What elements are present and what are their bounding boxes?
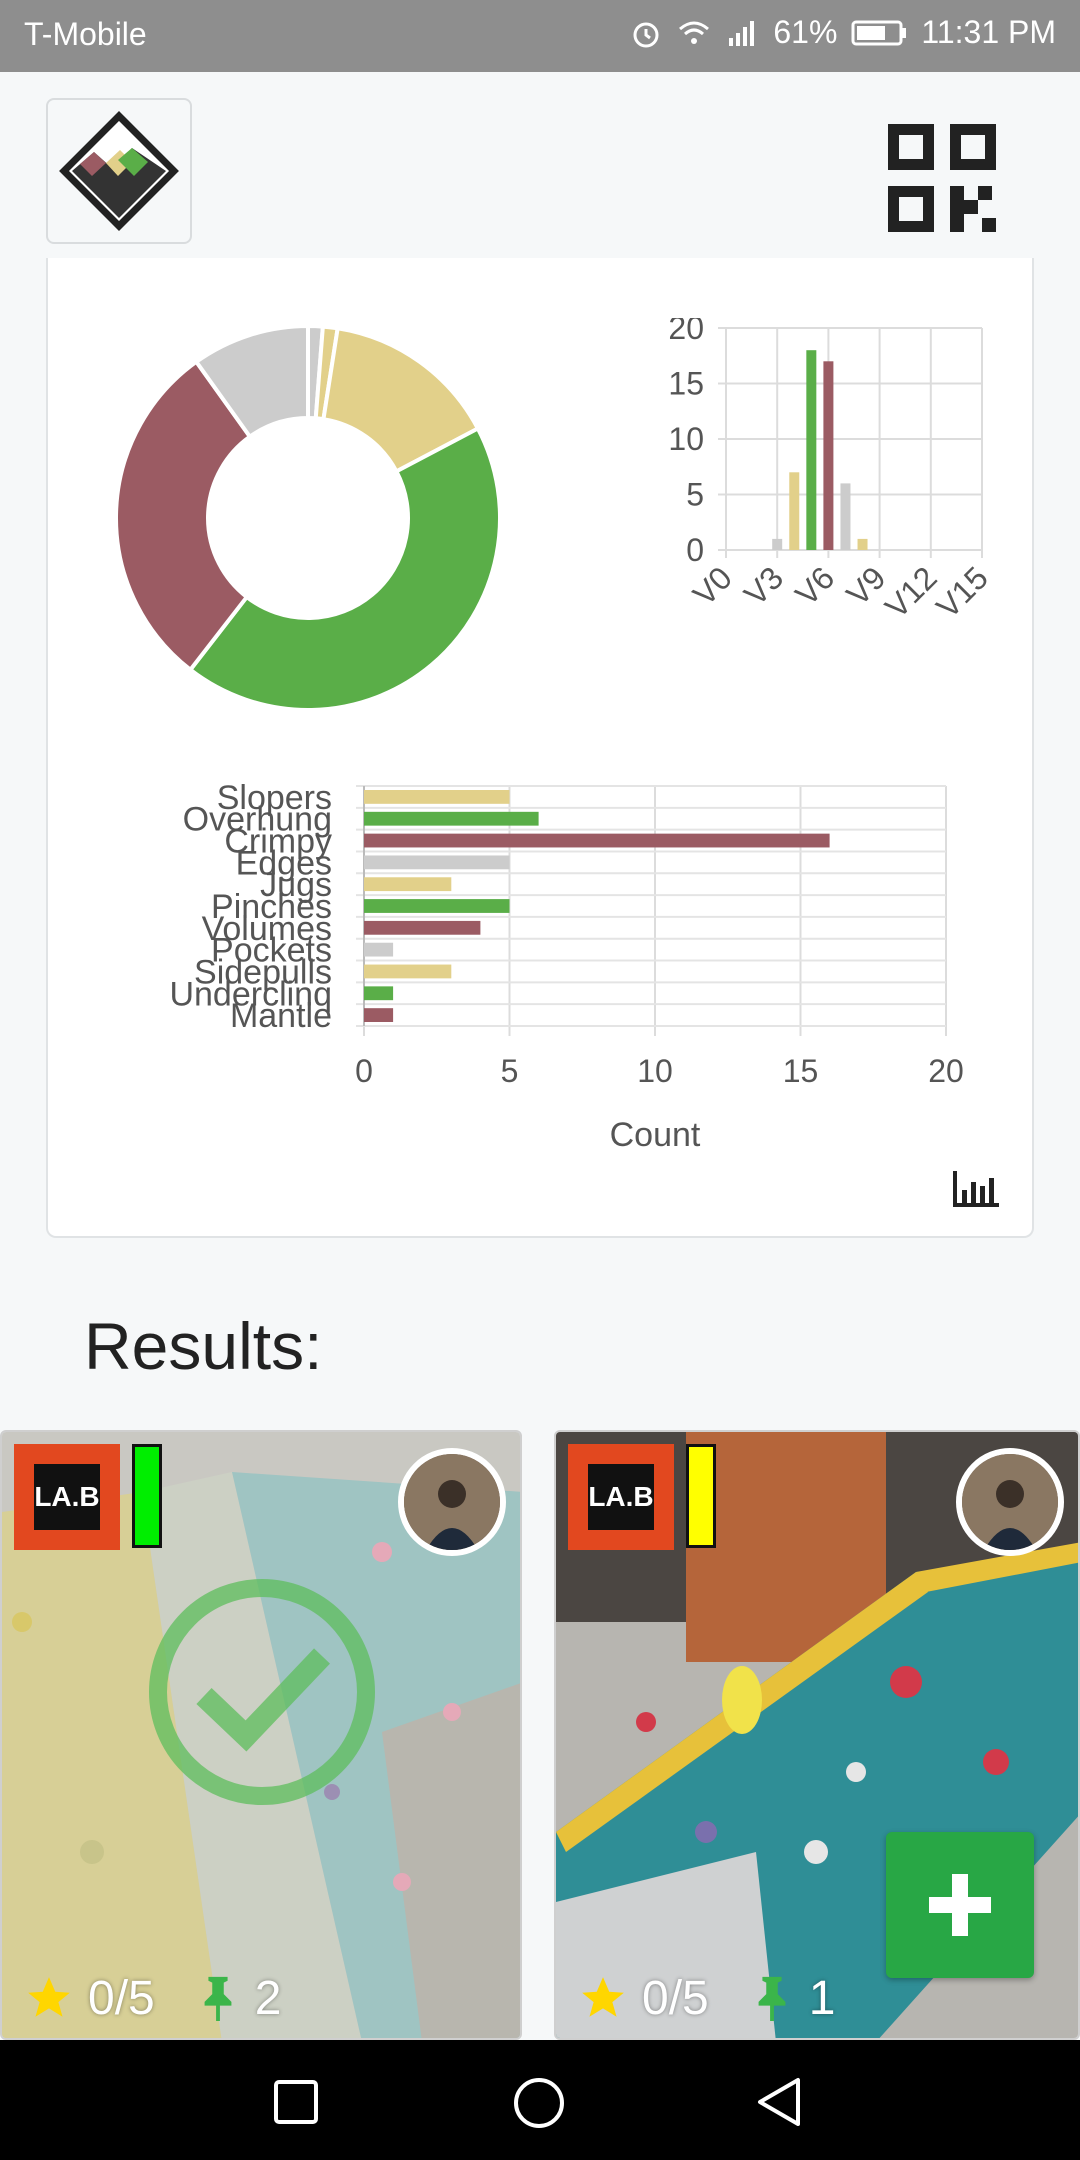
- bar: [364, 833, 830, 848]
- results-heading: Results:: [84, 1309, 323, 1383]
- bar: [364, 942, 394, 957]
- home-icon[interactable]: [512, 2076, 566, 2130]
- signal-icon: [729, 20, 755, 46]
- back-icon[interactable]: [754, 2076, 806, 2128]
- x-tick-label: 0: [355, 1053, 373, 1089]
- bar: [364, 1008, 394, 1022]
- app-header: [0, 72, 1080, 260]
- app-logo-button[interactable]: [46, 98, 192, 244]
- bar-chart-icon[interactable]: [952, 1168, 1002, 1208]
- carrier-label: T-Mobile: [24, 16, 147, 52]
- bar: [364, 790, 510, 804]
- bar: [364, 920, 481, 935]
- y-tick-label: Mantle: [230, 997, 332, 1035]
- grade-bar-chart: 05101520V0V3V6V9V12V15: [668, 318, 995, 625]
- x-tick-label: V6: [788, 559, 841, 612]
- android-nav-bar: [0, 2040, 1080, 2160]
- pin-count: 1: [808, 1971, 836, 2025]
- pin-icon: [758, 1976, 786, 2021]
- bar: [364, 899, 510, 913]
- style-bar-chart: 0 5 10 15 20SlopersOverhungCrimpyEdgesJugsPi…: [169, 779, 964, 1148]
- recent-apps-icon[interactable]: [272, 2078, 320, 2126]
- battery-icon: [851, 20, 907, 45]
- bar: [364, 811, 539, 826]
- mountain-logo-icon: [59, 111, 179, 231]
- check-circle-icon: [149, 1579, 375, 1805]
- bar: [857, 538, 868, 550]
- grade-color-tag: [686, 1444, 716, 1548]
- pin-count: 2: [254, 1971, 282, 2025]
- stats-card: 0 5 10 15 20 V0 V3 V6 V9 V12 V15 0 5 10 15 20 Slopers Ov…: [46, 258, 1034, 1238]
- y-tick-label: 10: [668, 421, 704, 457]
- status-bar: T-Mobile 61% 11:31 PM: [0, 0, 1080, 72]
- wifi-icon: [679, 21, 710, 44]
- qr-code-icon[interactable]: [888, 124, 998, 234]
- bar: [823, 361, 834, 550]
- battery-percent: 61%: [773, 14, 838, 50]
- add-problem-button[interactable]: [886, 1832, 1034, 1978]
- grade-donut-chart: [114, 323, 502, 712]
- y-tick-label: 15: [668, 366, 704, 402]
- star-rating: 0/5: [88, 1971, 155, 2025]
- avatar[interactable]: [956, 1448, 1064, 1556]
- bar: [806, 350, 817, 550]
- avatar[interactable]: [398, 1448, 506, 1556]
- star-icon: [28, 1977, 70, 2017]
- bar: [364, 986, 394, 1001]
- gym-logo: LA.B: [14, 1444, 120, 1550]
- x-tick-label: V12: [878, 559, 944, 625]
- problem-card[interactable]: LA.B 0/5 2: [0, 1430, 522, 2040]
- x-tick-label: V3: [737, 559, 790, 612]
- gym-logo: LA.B: [568, 1444, 674, 1550]
- gym-logo-label: LA.B: [588, 1464, 654, 1530]
- alarm-icon: [633, 22, 659, 47]
- bar: [364, 855, 510, 870]
- clock: 11:31 PM: [921, 14, 1056, 50]
- plus-icon: [929, 1874, 991, 1936]
- x-tick-label: 20: [928, 1053, 964, 1089]
- donut-slice: [187, 425, 502, 712]
- bar: [789, 472, 800, 550]
- bar: [364, 964, 452, 979]
- gym-logo-label: LA.B: [34, 1464, 100, 1530]
- bar: [772, 538, 783, 550]
- x-tick-label: 5: [501, 1053, 519, 1089]
- bar: [840, 483, 851, 550]
- bar: [364, 877, 452, 892]
- x-tick-label: 10: [637, 1053, 673, 1089]
- y-tick-label: 5: [686, 477, 704, 513]
- star-rating: 0/5: [642, 1971, 709, 2025]
- x-axis-label: Count: [610, 1116, 701, 1148]
- star-icon: [582, 1977, 624, 2017]
- y-tick-label: 0: [686, 532, 704, 568]
- y-tick-label: 20: [668, 318, 704, 346]
- grade-color-tag: [132, 1444, 162, 1548]
- card-footer: 0/5 2: [2, 1958, 520, 2038]
- x-tick-label: V15: [929, 559, 995, 625]
- pin-icon: [204, 1976, 232, 2021]
- x-tick-label: 15: [783, 1053, 819, 1089]
